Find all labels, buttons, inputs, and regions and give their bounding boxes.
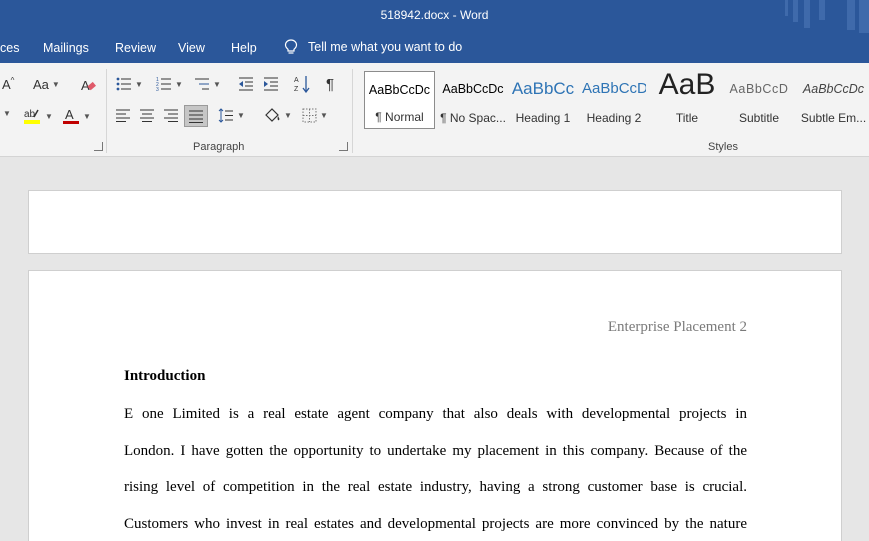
show-formatting-marks-button[interactable]: ¶ [326,76,334,93]
line-spacing-icon [218,108,233,123]
increase-indent-icon [264,77,278,91]
paragraph-line: E one Limited is a real estate agent com… [124,406,747,422]
svg-text:A: A [294,77,299,84]
font-effects-dropdown[interactable]: ▼ [0,109,11,118]
paragraph-line: Customers who invest in real estates and… [124,516,747,532]
document-page-previous[interactable] [28,190,842,254]
running-header: Enterprise Placement 2 [607,319,747,335]
chevron-down-icon: ▼ [284,110,292,120]
lightbulb-icon [284,39,298,54]
change-case-button[interactable]: Aa ▼ [33,77,60,92]
chevron-down-icon: ▼ [175,79,183,89]
svg-text:Z: Z [294,86,299,93]
paragraph-line: rising level of competition in the real … [124,479,747,495]
paint-bucket-icon [265,108,280,122]
shading-button[interactable]: ▼ [263,107,292,123]
tab-mailings[interactable]: Mailings [43,41,89,55]
paragraph-line: London. I have gotten the opportunity to… [124,443,747,459]
align-center-button[interactable] [140,109,155,122]
styles-group-label: Styles [708,141,738,153]
svg-text:ab: ab [24,109,36,120]
highlighter-icon: ab [24,109,40,124]
svg-text:A: A [65,107,74,122]
tab-help[interactable]: Help [231,41,257,55]
increase-indent-button[interactable] [263,77,279,91]
borders-icon [302,108,317,123]
bullets-button[interactable]: ▼ [116,77,143,91]
chevron-down-icon: ▼ [320,111,328,120]
align-right-icon [164,109,178,122]
group-separator [106,69,107,153]
borders-button[interactable]: ▼ [302,108,328,123]
line-spacing-button[interactable]: ▼ [218,108,245,123]
paragraph-dialog-launcher[interactable] [339,142,348,151]
tab-review[interactable]: Review [115,41,156,55]
sort-icon: AZ [294,76,310,93]
paragraph-group-label: Paragraph [193,141,245,153]
bullets-icon [116,77,131,91]
align-center-icon [140,109,154,122]
chevron-down-icon: ▼ [45,111,53,121]
align-right-button[interactable] [164,109,179,122]
style-heading-1[interactable]: AaBbCc Heading 1 [511,71,575,129]
decrease-indent-icon [239,77,253,91]
font-color-button[interactable]: A ▼ [62,107,91,125]
section-heading: Introduction [124,368,206,384]
numbering-button[interactable]: 1 2 3 ▼ [156,77,183,91]
numbering-icon: 1 2 3 [156,77,171,91]
font-color-icon: A [63,107,79,124]
title-bar: 518942.docx - Word [0,0,869,33]
chevron-down-icon: ▼ [3,109,11,118]
tell-me-label: Tell me what you want to do [308,40,463,54]
ribbon: A ^ Aa ▼ A ▼ ab ▼ A ▼ ▼ 1 2 3 ▼ ▼ A Z ¶ … [0,63,869,157]
window-title: 518942.docx - Word [380,8,489,22]
ribbon-tabs: ces Mailings Review View Help Tell me wh… [0,33,869,63]
align-left-button[interactable] [116,109,131,122]
tab-references[interactable]: ces [0,41,19,55]
svg-text:3: 3 [156,87,159,91]
style-subtle-emphasis[interactable]: AaBbCcDc Subtle Em... [798,71,869,129]
chevron-down-icon: ▼ [83,111,91,121]
chevron-down-icon: ▼ [51,80,60,89]
document-page[interactable]: Enterprise Placement 2 Introduction E on… [28,270,842,541]
chevron-down-icon: ▼ [213,79,221,89]
style-title[interactable]: AaB Title [654,68,720,129]
highlight-color-button[interactable]: ab ▼ [22,107,53,125]
tell-me-search[interactable]: Tell me what you want to do [284,39,462,55]
align-left-icon [116,109,130,122]
decrease-indent-button[interactable] [238,77,254,91]
multilevel-list-button[interactable]: ▼ [194,77,221,91]
style-no-spacing[interactable]: AaBbCcDc ¶ No Spac... [438,71,508,129]
sort-button[interactable]: AZ [294,75,310,93]
group-separator [352,69,353,153]
chevron-down-icon: ▼ [135,79,143,89]
style-normal[interactable]: AaBbCcDc ¶ Normal [364,71,435,129]
style-subtitle[interactable]: AaBbCcD Subtitle [727,71,791,129]
justify-button[interactable] [184,105,208,127]
pilcrow-icon: ¶ [326,76,335,93]
title-bar-decoration-icon [785,0,869,33]
clear-formatting-icon: A [81,78,96,93]
grow-font-button[interactable]: A ^ [2,76,14,92]
font-dialog-launcher[interactable] [94,142,103,151]
justify-icon [188,110,203,123]
multilevel-list-icon [195,78,209,90]
tab-view[interactable]: View [178,41,205,55]
style-heading-2[interactable]: AaBbCcD Heading 2 [582,71,646,129]
clear-formatting-button[interactable]: A [80,77,96,93]
chevron-down-icon: ▼ [237,111,245,120]
